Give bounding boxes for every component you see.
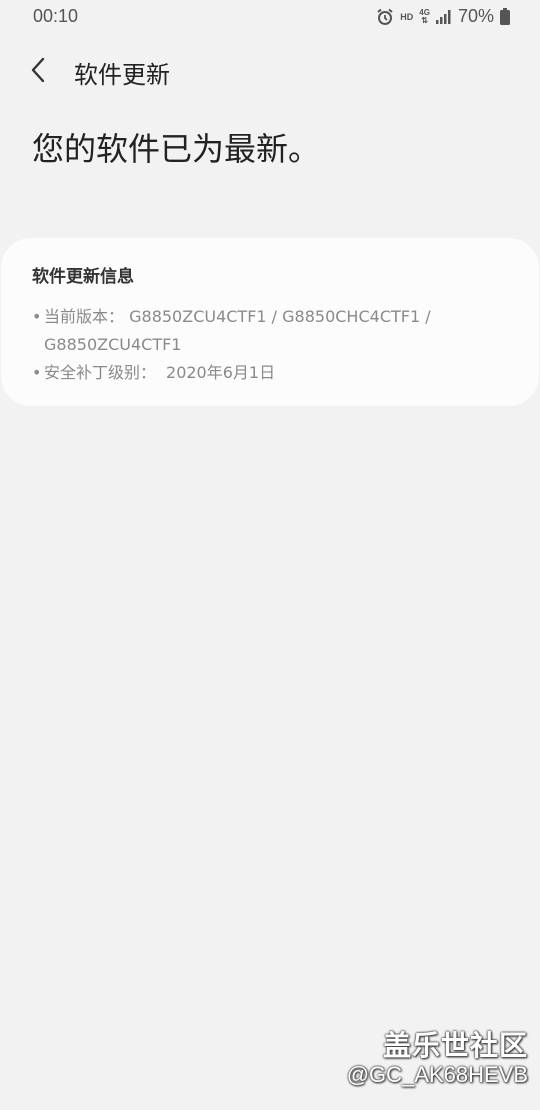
4g-label: 4G	[419, 7, 430, 17]
bullet: •	[32, 307, 42, 326]
watermark-brand: 盖乐世社区	[382, 1029, 528, 1062]
status-icons: HD 4G ⇅ 70%	[376, 6, 510, 27]
hd-indicator: HD	[400, 11, 414, 22]
current-version-value-2: G8850ZCU4CTF1	[44, 335, 182, 354]
4g-indicator: 4G ⇅	[419, 7, 430, 25]
watermark-user: @GC_AK68HEVB	[346, 1062, 528, 1087]
current-version-text: 当前版本： G8850ZCU4CTF1 / G8850CHC4CTF1 / G8…	[44, 303, 431, 359]
signal-icon	[435, 9, 452, 24]
battery-percent: 70%	[457, 6, 494, 26]
status-bar: 00:10 HD 4G ⇅ 70%	[0, 0, 540, 34]
security-patch-label: 安全补丁级别：	[44, 363, 157, 382]
bullet: •	[32, 363, 42, 382]
security-patch-value: 2020年6月1日	[166, 363, 276, 382]
status-time: 00:10	[33, 6, 79, 26]
battery-icon	[500, 8, 510, 25]
current-version-label: 当前版本：	[44, 307, 125, 326]
card-title: 软件更新信息	[32, 267, 134, 287]
page-title: 软件更新	[74, 61, 170, 89]
security-patch-row: • 安全补丁级别： 2020年6月1日	[32, 359, 509, 387]
security-patch-text: 安全补丁级别： 2020年6月1日	[44, 359, 275, 387]
app-header: 软件更新	[0, 46, 540, 94]
software-info-card: 软件更新信息 • 当前版本： G8850ZCU4CTF1 / G8850CHC4…	[1, 238, 539, 406]
status-headline: 您的软件已为最新。	[32, 130, 321, 168]
back-arrow-icon	[31, 57, 45, 83]
back-button[interactable]	[20, 52, 56, 88]
current-version-row: • 当前版本： G8850ZCU4CTF1 / G8850CHC4CTF1 / …	[32, 303, 509, 359]
current-version-value-1: G8850ZCU4CTF1 / G8850CHC4CTF1 /	[129, 307, 431, 326]
alarm-icon	[376, 8, 394, 26]
